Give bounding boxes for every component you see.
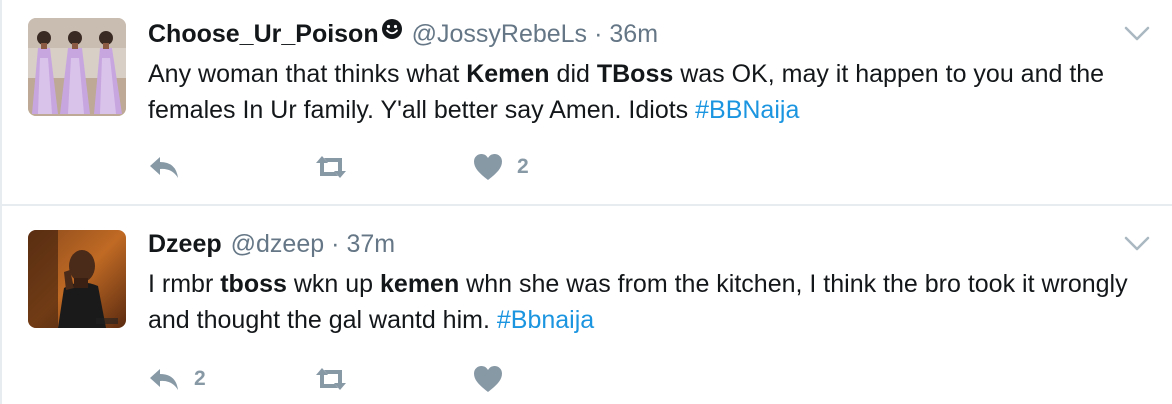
reply-button[interactable] (148, 150, 194, 184)
like-button[interactable] (473, 362, 517, 396)
separator-dot: · (331, 230, 340, 258)
smiley-emoji-icon (381, 18, 403, 47)
tweet-text: I rmbr tboss wkn up kemen whn she was fr… (148, 270, 1128, 334)
separator-dot: · (594, 20, 603, 48)
mention-keyword: kemen (380, 270, 460, 298)
avatar[interactable] (28, 18, 126, 116)
tweet[interactable]: Choose_Ur_Poison @JossyRebeLs · 36m Any … (2, 0, 1172, 206)
mention-keyword: tboss (220, 270, 287, 298)
mention-keyword: Kemen (466, 60, 550, 88)
retweet-icon (316, 368, 346, 390)
retweet-button[interactable] (313, 150, 363, 184)
tweet[interactable]: Dzeep @dzeep · 37m I rmbr tboss wkn up k… (2, 208, 1172, 404)
reply-icon (150, 157, 178, 178)
tweet-text: Any woman that thinks what Kemen did TBo… (148, 60, 1105, 124)
chevron-down-icon[interactable] (1124, 236, 1150, 252)
timestamp[interactable]: 36m (609, 20, 658, 49)
tweet-feed: Choose_Ur_Poison @JossyRebeLs · 36m Any … (0, 0, 1172, 404)
username[interactable]: @JossyRebeLs (412, 20, 587, 49)
like-button[interactable]: 2 (473, 150, 529, 184)
retweet-button[interactable] (313, 362, 363, 396)
display-name[interactable]: Dzeep (148, 230, 222, 259)
reply-icon (150, 369, 178, 390)
tweet-header: Dzeep @dzeep · 37m (148, 230, 395, 259)
avatar[interactable] (28, 230, 126, 328)
hashtag-link[interactable]: #BBNaija (695, 96, 799, 124)
display-name[interactable]: Choose_Ur_Poison (148, 20, 379, 49)
timestamp[interactable]: 37m (346, 230, 395, 259)
tweet-header: Choose_Ur_Poison @JossyRebeLs · 36m (148, 18, 658, 49)
username[interactable]: @dzeep (231, 230, 325, 259)
hashtag-link[interactable]: #Bbnaija (497, 306, 594, 334)
reply-button[interactable]: 2 (148, 362, 206, 396)
heart-icon (474, 366, 502, 392)
heart-icon (474, 154, 502, 180)
chevron-down-icon[interactable] (1124, 26, 1150, 42)
mention-keyword: TBoss (596, 60, 674, 88)
retweet-icon (316, 156, 346, 178)
